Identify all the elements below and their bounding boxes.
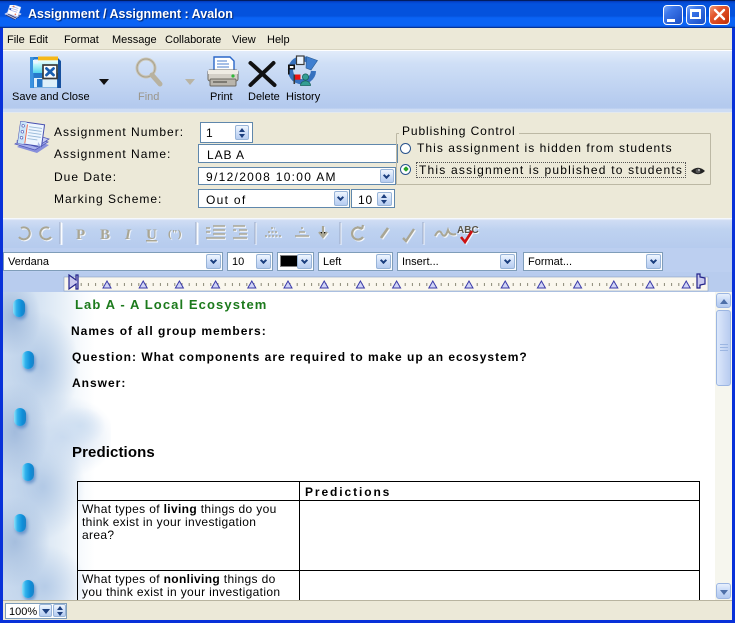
svg-text:B: B bbox=[100, 227, 110, 243]
svg-text:ABC: ABC bbox=[457, 225, 479, 236]
svg-text:("): (") bbox=[168, 228, 182, 240]
svg-text:I: I bbox=[124, 227, 132, 243]
svg-text:P: P bbox=[76, 227, 85, 243]
svg-text:U: U bbox=[146, 227, 157, 243]
